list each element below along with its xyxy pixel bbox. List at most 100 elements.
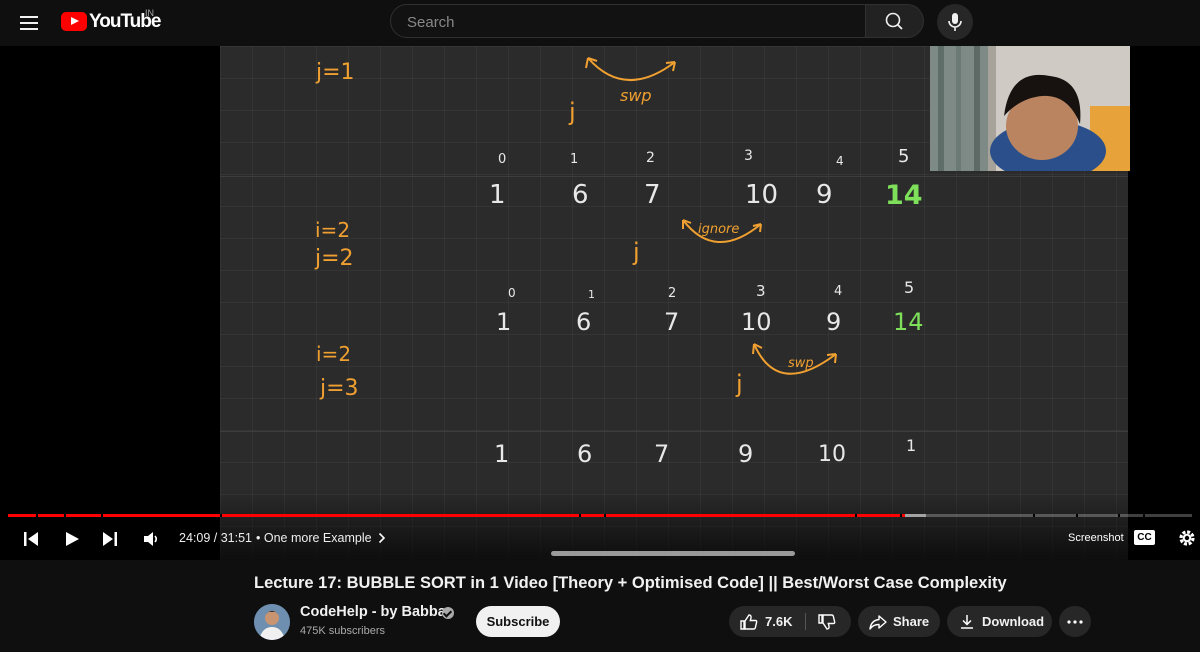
youtube-logo-icon <box>61 12 87 31</box>
handwritten-label: j=3 <box>320 376 359 401</box>
chapter-divider <box>604 514 606 517</box>
chapter-divider <box>579 514 581 517</box>
search-icon <box>885 12 903 30</box>
screenshot-button[interactable]: Screenshot <box>1068 532 1124 544</box>
array-value: 10 <box>741 308 772 336</box>
chapter-divider <box>1076 514 1078 517</box>
array-value: 9 <box>738 440 754 468</box>
progress-bar[interactable] <box>8 514 1192 517</box>
index-label: 4 <box>836 154 844 168</box>
like-count: 7.6K <box>765 614 793 629</box>
array-value: 9 <box>816 180 833 210</box>
handwritten-label: swp <box>620 86 652 105</box>
video-player[interactable]: j=1 j swp 0 1 2 3 4 5 1 6 7 10 9 14 i=2 … <box>0 46 1200 560</box>
share-button[interactable]: Share <box>858 606 940 637</box>
menu-icon[interactable] <box>14 8 44 38</box>
index-label: 5 <box>898 146 910 167</box>
settings-gear-icon[interactable] <box>1177 528 1197 548</box>
chapter-label: One more Example <box>263 531 372 545</box>
handwritten-label: swp <box>788 356 814 371</box>
array-value: 6 <box>572 180 589 210</box>
channel-name[interactable]: CodeHelp - by Babbar <box>300 604 451 620</box>
more-actions-button[interactable] <box>1059 606 1091 637</box>
search-box <box>390 4 866 39</box>
handwritten-label: j=2 <box>315 246 354 271</box>
array-value: 9 <box>826 308 842 336</box>
time-display: 24:09 / 31:51 <box>179 531 252 545</box>
array-value: 6 <box>577 440 593 468</box>
download-icon <box>961 615 973 629</box>
dislike-button[interactable] <box>806 606 851 637</box>
video-title: Lecture 17: BUBBLE SORT in 1 Video [Theo… <box>254 574 1007 592</box>
index-label: 1 <box>588 288 595 301</box>
previous-icon[interactable] <box>22 530 40 548</box>
download-label: Download <box>982 614 1045 629</box>
next-icon[interactable] <box>101 530 119 548</box>
chapter-divider <box>900 514 902 517</box>
progress-played <box>8 514 906 517</box>
chapter-separator: • <box>256 531 261 545</box>
voice-search-button[interactable] <box>937 4 973 40</box>
array-value: 10 <box>818 442 846 467</box>
progress-buffered <box>905 514 926 517</box>
play-icon[interactable] <box>63 530 81 548</box>
chapter-divider <box>101 514 103 517</box>
array-value: 1 <box>494 440 510 468</box>
index-label: 2 <box>646 150 655 166</box>
masthead: YouTube IN <box>0 0 1200 46</box>
array-value: 14 <box>885 180 923 211</box>
chapter-divider <box>220 514 222 517</box>
chapter-divider <box>1143 514 1145 517</box>
chapter-title[interactable]: • One more Example <box>256 531 386 545</box>
handwritten-label: j <box>569 98 576 126</box>
dislike-icon <box>818 614 836 630</box>
subscribe-button[interactable]: Subscribe <box>476 606 560 637</box>
array-value: 1 <box>489 180 506 210</box>
handwritten-label: ignore <box>698 222 740 237</box>
search-input[interactable] <box>405 5 849 39</box>
array-value: 14 <box>893 308 924 336</box>
like-icon <box>740 614 758 630</box>
volume-icon[interactable] <box>142 530 160 548</box>
board-line <box>220 176 1128 177</box>
index-label: 3 <box>744 148 753 164</box>
array-value: 6 <box>576 308 592 336</box>
index-label: 3 <box>756 282 766 300</box>
chapter-divider <box>1033 514 1035 517</box>
download-button[interactable]: Download <box>947 606 1052 637</box>
more-icon <box>1067 620 1083 624</box>
like-button[interactable]: 7.6K <box>729 606 805 637</box>
index-label: 0 <box>498 152 507 167</box>
chapter-divider <box>855 514 857 517</box>
country-code: IN <box>145 8 154 18</box>
array-value: 1 <box>496 308 512 336</box>
share-icon <box>869 615 887 630</box>
array-value: 7 <box>664 308 680 336</box>
like-dislike-group: 7.6K <box>729 606 851 637</box>
array-value: 1 <box>906 436 917 455</box>
cc-button[interactable]: CC <box>1134 530 1155 545</box>
handwritten-label: i=2 <box>315 218 351 242</box>
search-button[interactable] <box>866 4 924 38</box>
avatar[interactable] <box>254 604 290 640</box>
subscriber-count: 475K subscribers <box>300 625 385 637</box>
handwritten-label: i=2 <box>316 342 352 366</box>
webcam-overlay <box>930 46 1130 171</box>
index-label: 2 <box>668 286 677 301</box>
index-label: 1 <box>570 152 579 167</box>
chevron-right-icon <box>378 532 386 544</box>
handwritten-label: j <box>633 238 640 266</box>
handwritten-label: j <box>736 370 743 398</box>
chapter-divider <box>36 514 38 517</box>
handwritten-label: j=1 <box>316 60 355 85</box>
index-label: 5 <box>904 278 915 297</box>
controls-gradient <box>0 490 1200 560</box>
chapter-divider <box>64 514 66 517</box>
array-value: 10 <box>745 180 779 210</box>
scroll-handle[interactable] <box>551 551 795 556</box>
index-label: 4 <box>834 284 843 299</box>
verified-icon <box>442 607 454 619</box>
array-value: 7 <box>654 440 670 468</box>
swap-arc <box>585 57 676 82</box>
share-label: Share <box>893 614 930 629</box>
